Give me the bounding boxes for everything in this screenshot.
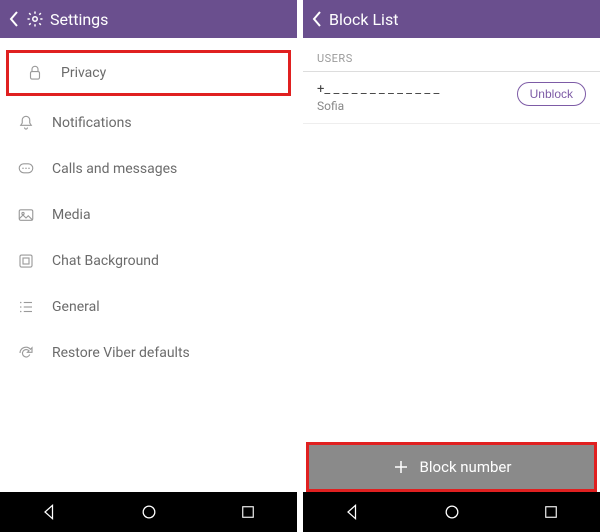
users-section-header: USERS <box>303 38 600 72</box>
user-number: +_ _ _ _ _ _ _ _ _ _ _ _ _ <box>317 82 517 97</box>
menu-item-background[interactable]: Chat Background <box>0 238 297 284</box>
menu-item-privacy[interactable]: Privacy <box>6 50 291 96</box>
android-navbar <box>303 492 600 532</box>
image-icon <box>16 205 36 225</box>
back-icon[interactable] <box>311 10 323 28</box>
nav-recent-icon[interactable] <box>542 503 560 521</box>
blocklist-title: Block List <box>329 10 398 29</box>
menu-item-notifications[interactable]: Notifications <box>0 100 297 146</box>
settings-content: Privacy Notifications Calls and messages… <box>0 38 297 492</box>
nav-home-icon[interactable] <box>139 502 159 522</box>
user-name: Sofia <box>317 99 517 113</box>
menu-label: Media <box>52 207 91 223</box>
plus-icon <box>392 458 410 476</box>
blocklist-screen: Block List USERS +_ _ _ _ _ _ _ _ _ _ _ … <box>303 0 600 532</box>
bell-icon <box>16 113 36 133</box>
menu-label: Privacy <box>61 65 106 81</box>
android-navbar <box>0 492 297 532</box>
settings-title: Settings <box>50 10 108 29</box>
blocked-user-row[interactable]: +_ _ _ _ _ _ _ _ _ _ _ _ _ Sofia Unblock <box>303 72 600 124</box>
settings-screen: Settings Privacy Notifications Calls and <box>0 0 297 532</box>
menu-item-restore[interactable]: Restore Viber defaults <box>0 330 297 376</box>
chat-icon <box>16 159 36 179</box>
menu-label: Notifications <box>52 115 132 131</box>
block-number-highlight: Block number <box>306 442 597 492</box>
menu-item-calls[interactable]: Calls and messages <box>0 146 297 192</box>
lock-icon <box>25 63 45 83</box>
block-number-button[interactable]: Block number <box>309 445 594 489</box>
back-icon[interactable] <box>8 10 20 28</box>
menu-label: General <box>52 299 100 315</box>
unblock-button[interactable]: Unblock <box>517 82 586 106</box>
block-number-label: Block number <box>420 458 512 476</box>
background-icon <box>16 251 36 271</box>
user-info: +_ _ _ _ _ _ _ _ _ _ _ _ _ Sofia <box>317 82 517 113</box>
blocklist-header: Block List <box>303 0 600 38</box>
settings-header: Settings <box>0 0 297 38</box>
list-icon <box>16 297 36 317</box>
menu-label: Restore Viber defaults <box>52 345 190 361</box>
menu-label: Chat Background <box>52 253 159 269</box>
menu-label: Calls and messages <box>52 161 177 177</box>
nav-home-icon[interactable] <box>442 502 462 522</box>
nav-back-icon[interactable] <box>343 502 363 522</box>
gear-icon <box>26 10 44 28</box>
settings-menu: Privacy Notifications Calls and messages… <box>0 38 297 376</box>
nav-back-icon[interactable] <box>40 502 60 522</box>
menu-item-general[interactable]: General <box>0 284 297 330</box>
menu-item-media[interactable]: Media <box>0 192 297 238</box>
blocklist-content: USERS +_ _ _ _ _ _ _ _ _ _ _ _ _ Sofia U… <box>303 38 600 442</box>
nav-recent-icon[interactable] <box>239 503 257 521</box>
refresh-icon <box>16 343 36 363</box>
